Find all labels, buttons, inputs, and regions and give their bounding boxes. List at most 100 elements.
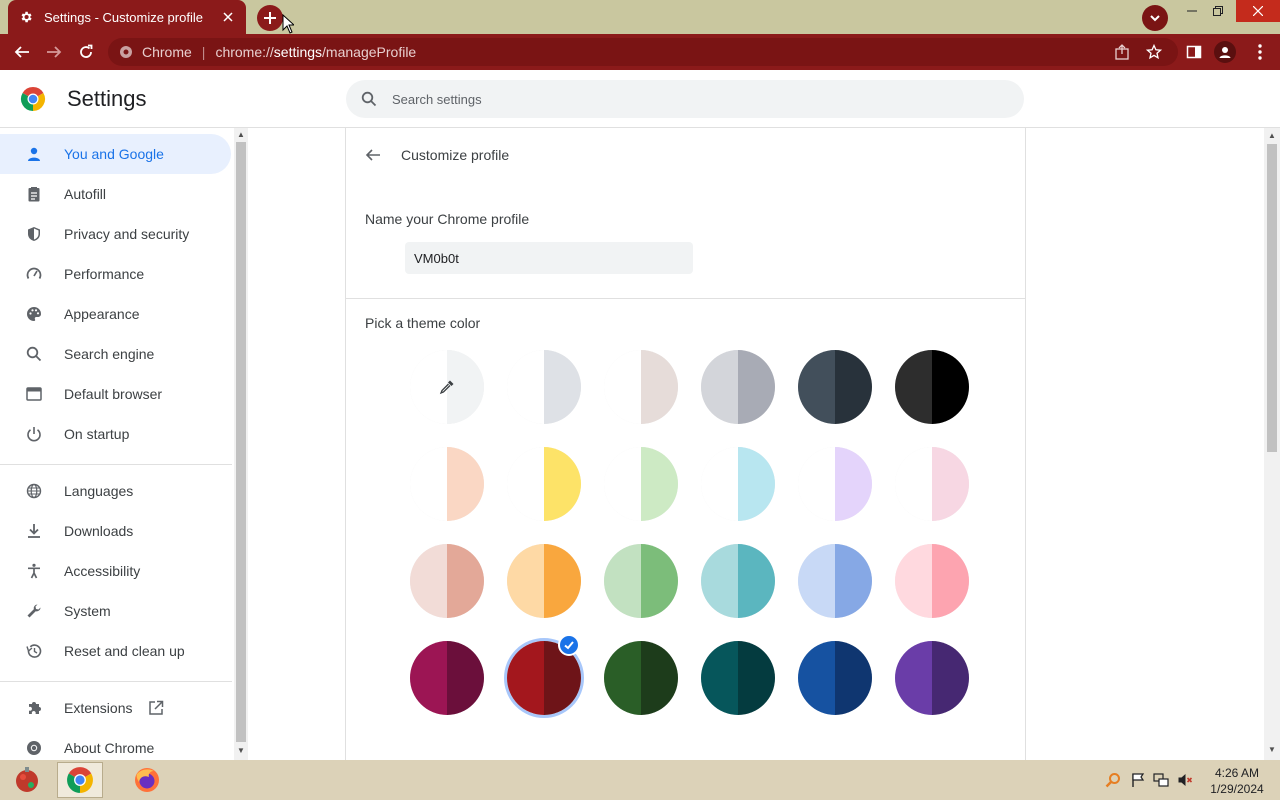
profile-avatar-icon[interactable]	[1214, 41, 1236, 63]
sidebar-scrollbar[interactable]: ▲ ▼	[234, 128, 248, 760]
menu-kebab-icon[interactable]	[1250, 42, 1270, 62]
sidebar-item-label: Accessibility	[64, 563, 141, 579]
sidebar-item-autofill[interactable]: Autofill	[0, 174, 232, 214]
swatch-right-half	[835, 447, 872, 521]
main-scrollbar[interactable]: ▲ ▼	[1264, 128, 1280, 760]
taskbar-chrome[interactable]	[57, 762, 103, 798]
taskbar-firefox[interactable]	[124, 762, 170, 798]
swatch-left-half	[701, 544, 738, 618]
sidebar-item-on-startup[interactable]: On startup	[0, 414, 232, 454]
share-icon[interactable]	[1112, 42, 1132, 62]
sidebar-item-default-browser[interactable]: Default browser	[0, 374, 232, 414]
theme-color-swatch[interactable]	[895, 350, 969, 424]
tab-search-button[interactable]	[1142, 5, 1168, 31]
omnibox-separator: |	[201, 44, 206, 60]
customize-profile-card: Customize profile Name your Chrome profi…	[345, 128, 1026, 768]
search-input[interactable]	[392, 91, 992, 107]
scrollbar-thumb[interactable]	[1267, 144, 1277, 452]
theme-color-swatch[interactable]	[604, 544, 678, 618]
swatch-left-half	[507, 544, 544, 618]
theme-color-swatch[interactable]	[604, 447, 678, 521]
profile-name-input[interactable]	[405, 242, 693, 274]
swatch-left-half	[895, 447, 932, 521]
theme-color-swatch[interactable]	[410, 447, 484, 521]
sidebar-item-label: Languages	[64, 483, 134, 499]
swatch-right-half	[544, 350, 581, 424]
scroll-down-arrow[interactable]: ▼	[1268, 746, 1276, 754]
sidebar-item-label: You and Google	[64, 146, 164, 162]
flag-icon[interactable]	[1130, 772, 1146, 788]
swatch-left-half	[604, 544, 641, 618]
theme-color-swatch[interactable]	[798, 641, 872, 715]
theme-color-swatch[interactable]	[798, 544, 872, 618]
new-tab-button[interactable]	[257, 5, 283, 31]
swatch-left-half	[410, 641, 447, 715]
search-tray-icon[interactable]	[1105, 772, 1121, 788]
sidebar-item-label: Default browser	[64, 386, 163, 402]
theme-color-swatch[interactable]	[798, 447, 872, 521]
sidebar-item-performance[interactable]: Performance	[0, 254, 232, 294]
sidebar-item-search-engine[interactable]: Search engine	[0, 334, 232, 374]
tab-title: Settings - Customize profile	[44, 9, 203, 25]
swatch-left-half	[798, 641, 835, 715]
theme-color-swatch[interactable]	[798, 350, 872, 424]
back-button[interactable]	[10, 40, 34, 64]
sidebar-item-label: Reset and clean up	[64, 643, 185, 659]
theme-color-swatch[interactable]	[410, 544, 484, 618]
swatch-left-half	[895, 544, 932, 618]
swatch-left-half	[604, 641, 641, 715]
theme-color-swatch[interactable]	[604, 350, 678, 424]
tab-settings[interactable]: Settings - Customize profile	[8, 0, 246, 34]
sidebar-item-reset[interactable]: Reset and clean up	[0, 631, 232, 671]
theme-color-swatch[interactable]	[895, 447, 969, 521]
volume-muted-icon[interactable]	[1177, 772, 1193, 788]
swatch-right-half	[932, 447, 969, 521]
side-panel-icon[interactable]	[1184, 42, 1204, 62]
sidebar-item-accessibility[interactable]: Accessibility	[0, 551, 232, 591]
theme-color-swatch[interactable]	[701, 641, 775, 715]
scroll-up-arrow[interactable]: ▲	[1268, 132, 1276, 140]
settings-search[interactable]	[346, 80, 1024, 118]
theme-color-swatch[interactable]	[701, 350, 775, 424]
url-scheme: chrome://	[215, 44, 274, 60]
custom-color-swatch[interactable]	[410, 350, 484, 424]
sidebar-item-you-and-google[interactable]: You and Google	[0, 134, 231, 174]
sidebar-item-privacy[interactable]: Privacy and security	[0, 214, 232, 254]
sidebar-item-label: System	[64, 603, 111, 619]
forward-button[interactable]	[42, 40, 66, 64]
sidebar-item-appearance[interactable]: Appearance	[0, 294, 232, 334]
search-icon	[24, 344, 44, 364]
reload-button[interactable]	[74, 40, 98, 64]
sidebar-item-label: Downloads	[64, 523, 134, 539]
scroll-down-arrow[interactable]: ▼	[237, 747, 245, 755]
scrollbar-thumb[interactable]	[236, 142, 246, 742]
restore-button[interactable]	[1200, 0, 1236, 22]
network-icon[interactable]	[1153, 772, 1169, 788]
sidebar-item-extensions[interactable]: Extensions	[0, 688, 232, 728]
sidebar-item-downloads[interactable]: Downloads	[0, 511, 232, 551]
address-bar[interactable]: Chrome | chrome://settings/manageProfile	[108, 38, 1178, 66]
bookmark-star-icon[interactable]	[1144, 42, 1164, 62]
close-tab-icon[interactable]	[220, 9, 236, 25]
theme-color-swatch[interactable]	[507, 544, 581, 618]
theme-color-swatch[interactable]	[701, 544, 775, 618]
back-arrow-icon[interactable]	[362, 144, 384, 166]
theme-color-swatch[interactable]	[895, 641, 969, 715]
accessibility-icon	[24, 561, 44, 581]
swatch-left-half	[798, 544, 835, 618]
taskbar-clock[interactable]: 4:26 AM 1/29/2024	[1205, 765, 1269, 797]
sidebar-item-languages[interactable]: Languages	[0, 471, 232, 511]
theme-color-swatch[interactable]	[701, 447, 775, 521]
taskbar: 4:26 AM 1/29/2024	[0, 760, 1280, 800]
theme-color-swatch[interactable]	[895, 544, 969, 618]
section-divider	[346, 298, 1025, 299]
close-window-button[interactable]	[1236, 0, 1280, 22]
start-button[interactable]	[4, 762, 50, 798]
theme-color-swatch[interactable]	[507, 447, 581, 521]
theme-color-swatch[interactable]	[507, 350, 581, 424]
scroll-up-arrow[interactable]: ▲	[237, 131, 245, 139]
theme-color-swatch[interactable]	[604, 641, 678, 715]
globe-icon	[24, 481, 44, 501]
sidebar-item-system[interactable]: System	[0, 591, 232, 631]
theme-color-swatch[interactable]	[410, 641, 484, 715]
